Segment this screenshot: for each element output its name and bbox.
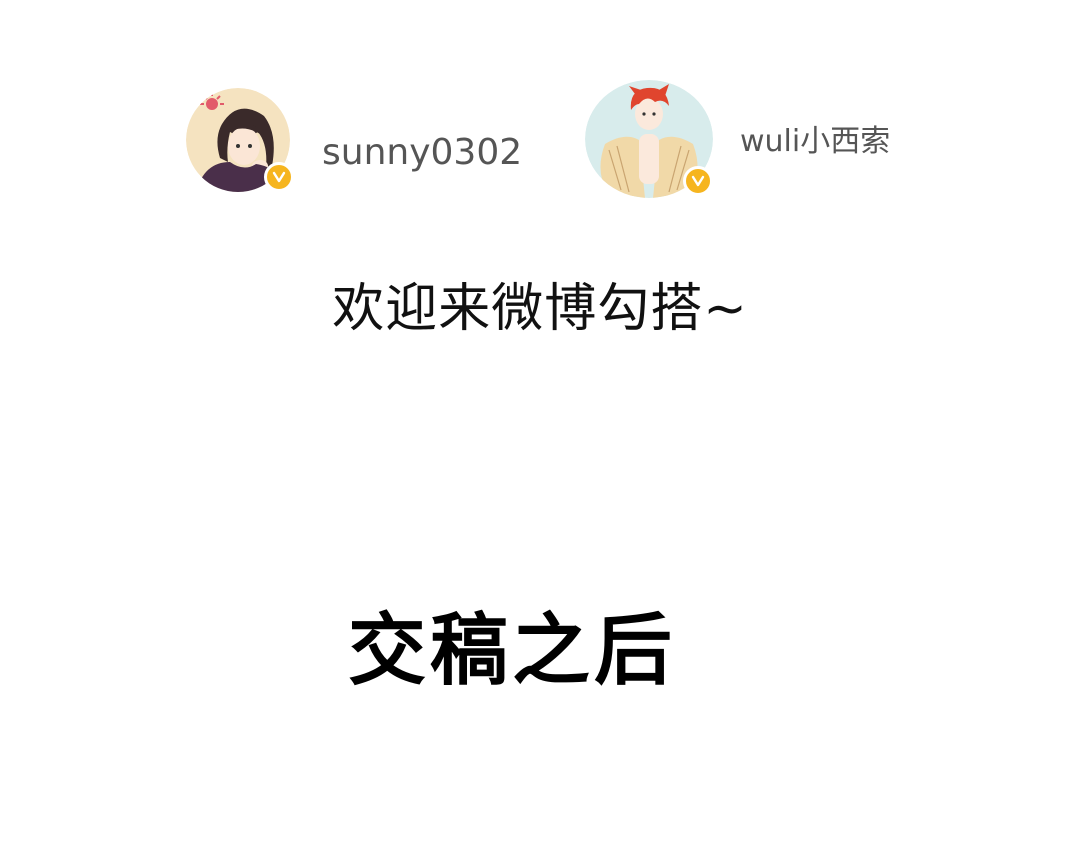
avatar [585, 80, 713, 198]
welcome-text: 欢迎来微博勾搭~ [332, 279, 748, 339]
verified-v-icon [683, 166, 713, 196]
username[interactable]: wuli小西索 [740, 116, 890, 160]
comic-page: sunny0302 wuli小西索 欢迎来微博勾搭~ 交稿之后 [0, 0, 1080, 844]
author-sunny0302: sunny0302 [186, 88, 522, 192]
author-wuli-xiaoxisuo: wuli小西索 [585, 80, 890, 198]
avatar [186, 88, 294, 192]
username[interactable]: sunny0302 [322, 132, 522, 173]
page-title: 交稿之后 [347, 606, 676, 696]
verified-v-icon [264, 162, 294, 192]
